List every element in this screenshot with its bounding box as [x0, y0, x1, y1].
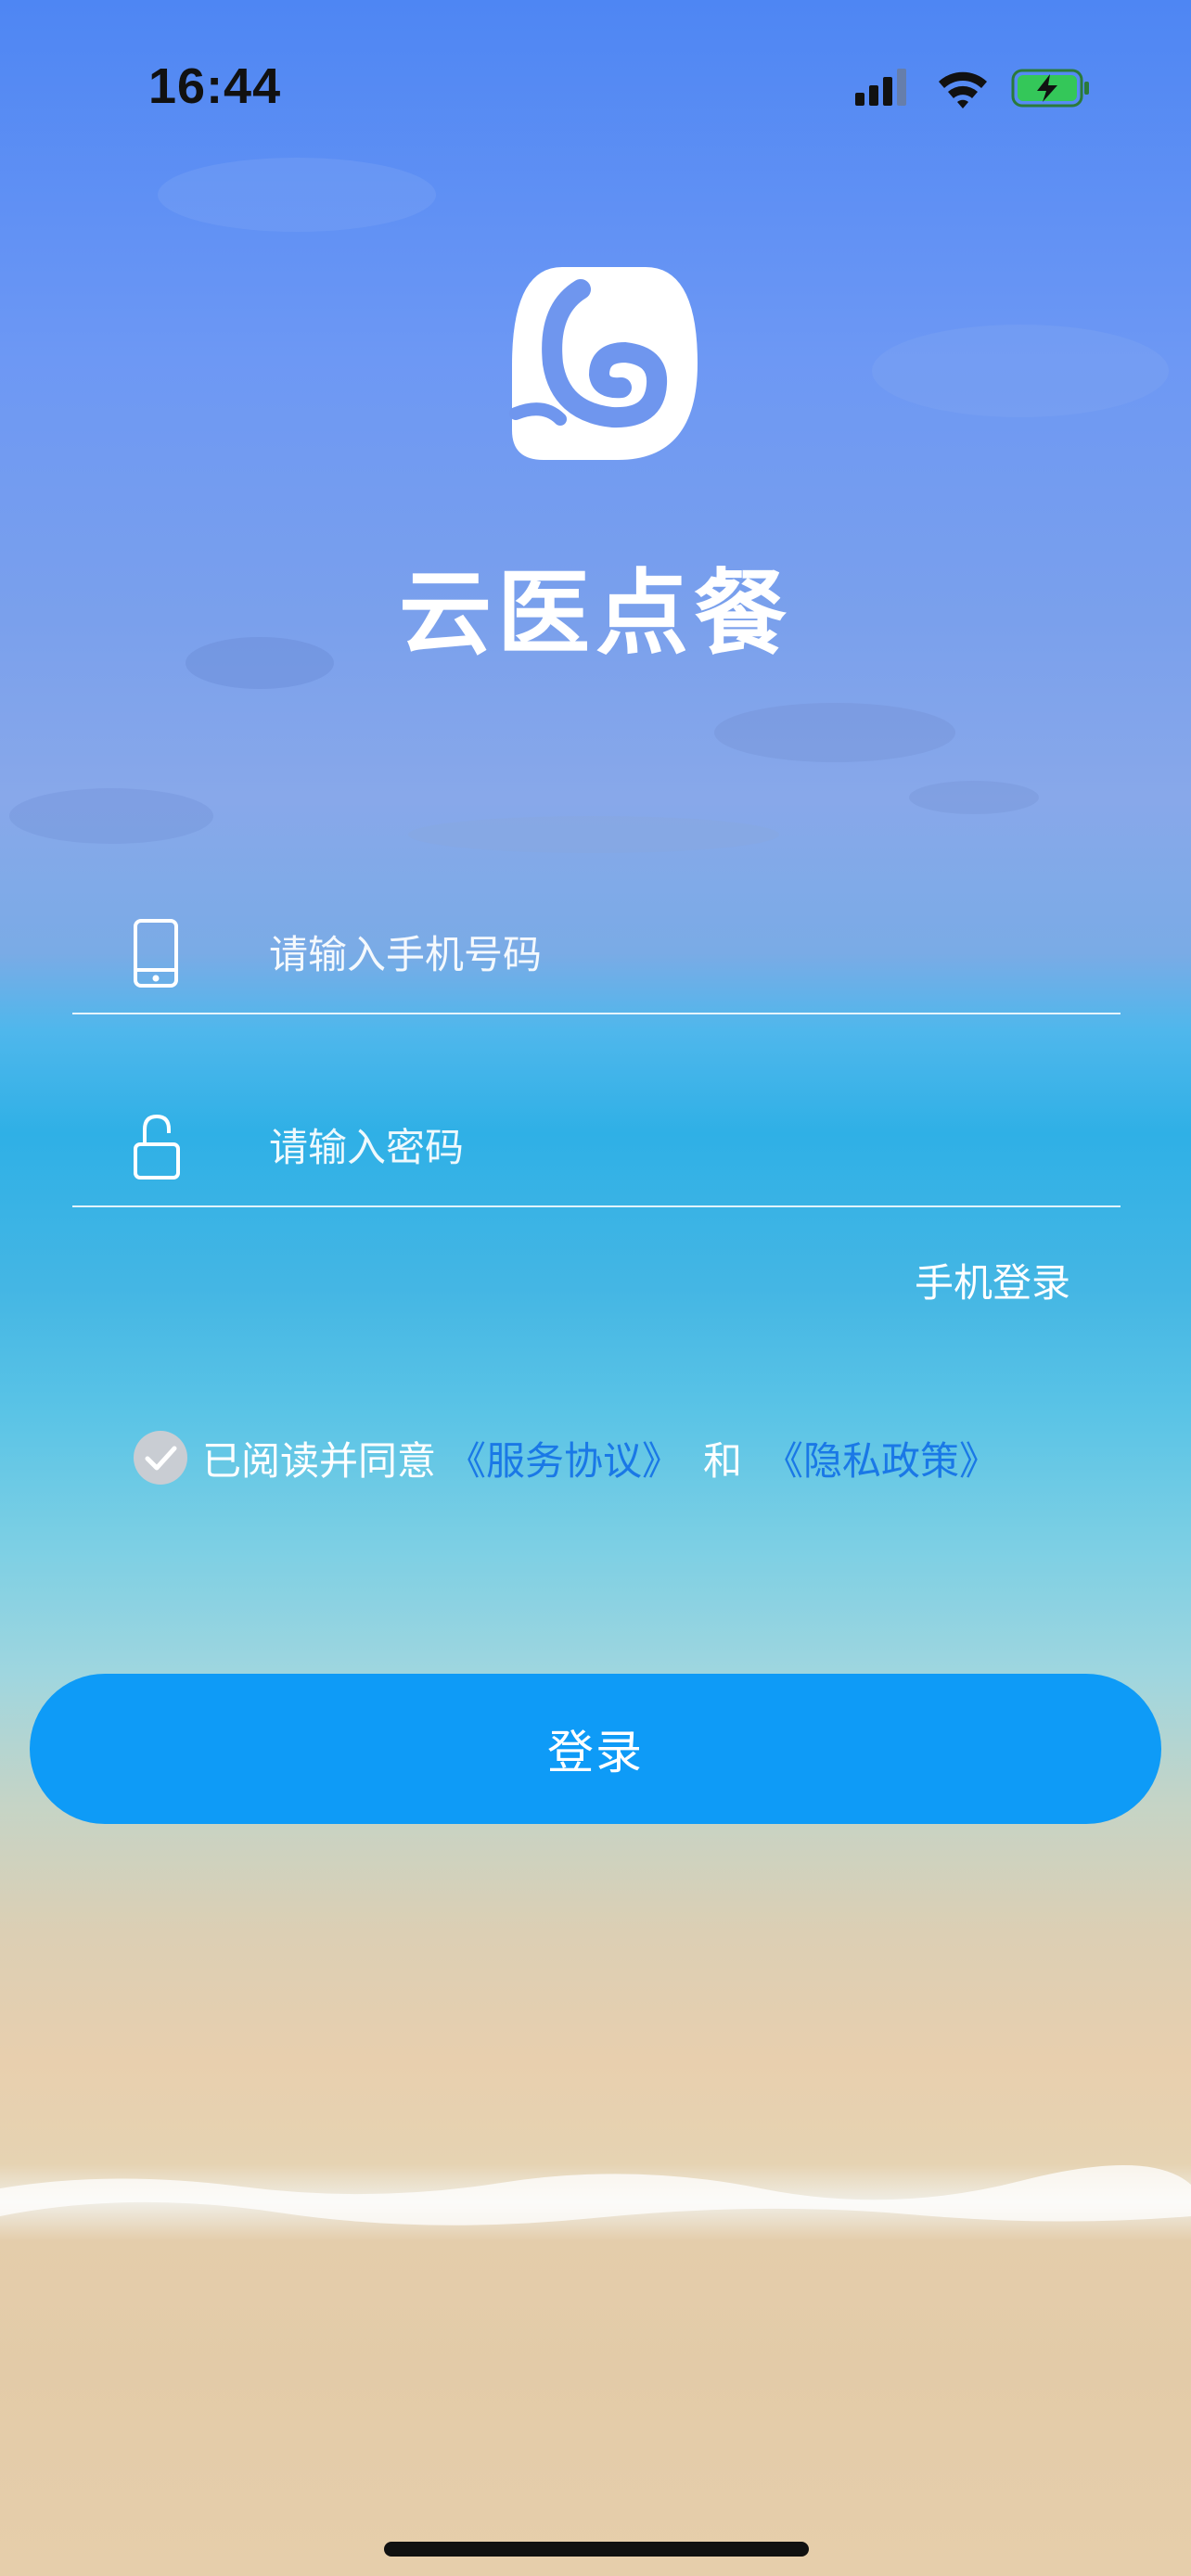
checkmark-icon	[145, 1446, 177, 1471]
password-input[interactable]	[267, 1113, 1087, 1181]
agreement-row: 已阅读并同意 《服务协议》 和 《隐私政策》	[134, 1428, 1009, 1487]
agree-checkbox[interactable]	[134, 1431, 187, 1485]
password-field	[72, 1094, 1121, 1207]
agreement-prefix: 已阅读并同意	[202, 1437, 437, 1484]
home-indicator[interactable]	[384, 2542, 809, 2557]
agreement-and: 和	[703, 1437, 743, 1484]
cellular-signal-icon	[855, 69, 906, 106]
service-agreement-link[interactable]: 《服务协议》	[447, 1430, 681, 1486]
login-button[interactable]: 登录	[30, 1674, 1161, 1824]
status-icons	[855, 69, 1089, 108]
phone-input[interactable]	[267, 920, 1087, 988]
phone-login-link[interactable]: 手机登录	[915, 1252, 1070, 1308]
privacy-policy-link[interactable]: 《隐私政策》	[764, 1430, 998, 1486]
shoreline-foam	[0, 2164, 1191, 2225]
battery-charging-icon	[1011, 69, 1089, 108]
phone-icon	[134, 919, 178, 988]
app-name: 云医点餐	[399, 559, 792, 668]
app-logo-icon	[509, 267, 698, 460]
status-time: 16:44	[148, 58, 282, 114]
phone-field	[72, 901, 1121, 1014]
wifi-icon	[939, 71, 987, 108]
unlock-icon	[134, 1114, 180, 1180]
